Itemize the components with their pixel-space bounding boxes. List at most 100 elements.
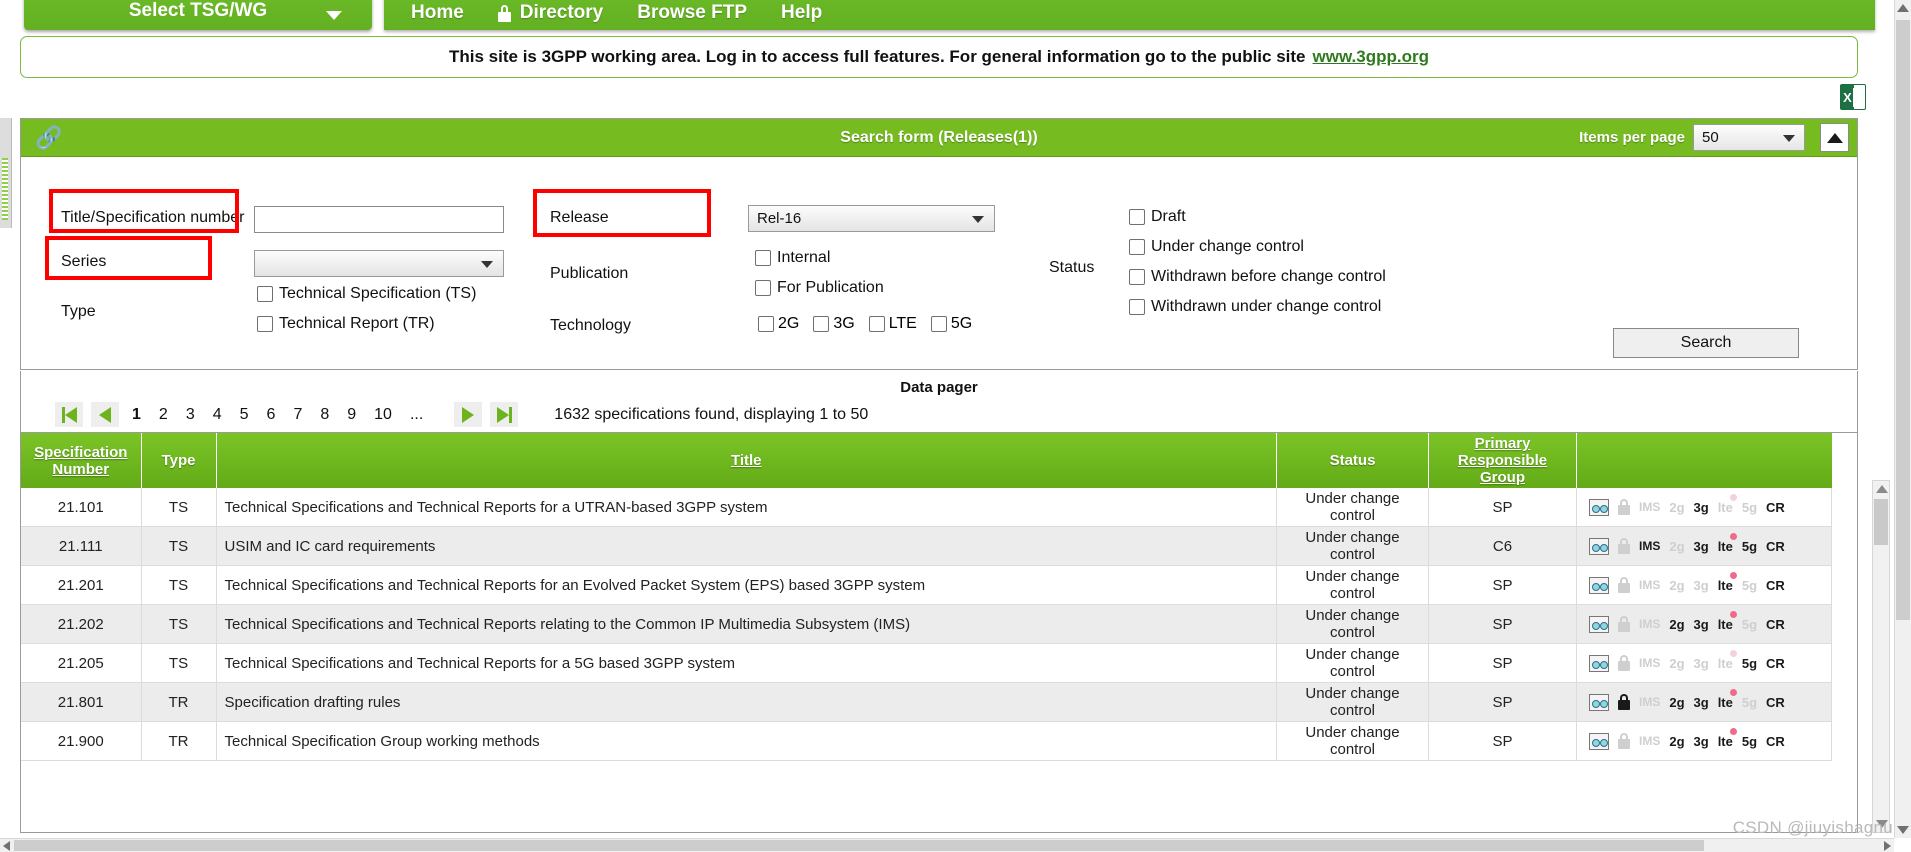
nav-link-browse-ftp[interactable]: Browse FTP [620,2,764,24]
lock-icon[interactable] [1618,655,1630,671]
checkbox-2g[interactable]: 2G [758,315,799,333]
column-header-type[interactable]: Type [141,433,217,488]
g2-tag-icon[interactable]: 2g [1669,500,1684,515]
results-vertical-scrollbar[interactable] [1872,480,1890,833]
column-header-status[interactable]: Status [1276,433,1429,488]
cr-tag-icon[interactable]: CR [1766,539,1785,554]
g3-tag-icon[interactable]: 3g [1694,578,1709,593]
pager-page-ellipsis[interactable]: ... [405,406,428,424]
g2-tag-icon[interactable]: 2g [1669,656,1684,671]
checkbox-box-for-publication[interactable] [755,280,771,296]
pager-page-4[interactable]: 4 [208,406,227,424]
cr-tag-icon[interactable]: CR [1766,578,1785,593]
lte-tag-icon[interactable]: lte [1718,493,1737,515]
title-spec-number-input[interactable] [254,206,504,233]
chain-link-icon[interactable]: 🔗 [35,126,62,149]
checkbox-under-change-control[interactable]: Under change control [1129,238,1304,256]
g3-tag-icon[interactable]: 3g [1694,539,1709,554]
g5-tag-icon[interactable]: 5g [1742,617,1757,632]
checkbox-3g[interactable]: 3G [813,315,855,333]
pager-last-button[interactable] [490,402,519,427]
checkbox-box-lte[interactable] [868,316,885,332]
page-horizontal-scrollbar[interactable] [0,838,1894,852]
checkbox-for-publication[interactable]: For Publication [755,279,884,297]
column-header-spec-number[interactable]: Specification Number [21,433,142,488]
cr-tag-icon[interactable]: CR [1766,695,1785,710]
spec-viewer-icon[interactable] [1589,615,1609,633]
page-scrollbar-thumb[interactable] [1896,20,1910,620]
pager-page-8[interactable]: 8 [315,406,334,424]
lock-icon[interactable] [1618,538,1630,554]
pager-page-1[interactable]: 1 [127,406,146,424]
search-button[interactable]: Search [1613,328,1799,358]
ims-tag-icon[interactable]: IMS [1639,539,1660,553]
pager-first-button[interactable] [55,402,83,427]
scrollbar-thumb[interactable] [1874,499,1888,545]
lte-tag-icon[interactable]: lte [1718,532,1737,554]
spec-viewer-icon[interactable] [1589,732,1609,750]
pager-page-2[interactable]: 2 [154,406,173,424]
lock-icon[interactable] [1618,733,1630,749]
g5-tag-icon[interactable]: 5g [1742,578,1757,593]
pager-page-7[interactable]: 7 [288,406,307,424]
table-row[interactable]: 21.205 TS Technical Specifications and Tec… [21,643,1832,683]
g5-tag-icon[interactable]: 5g [1742,539,1757,554]
g2-tag-icon[interactable]: 2g [1669,578,1684,593]
collapse-panel-button[interactable] [1820,123,1849,152]
g5-tag-icon[interactable]: 5g [1742,656,1757,671]
g3-tag-icon[interactable]: 3g [1694,734,1709,749]
series-select[interactable] [254,250,504,277]
table-row[interactable]: 21.201 TS Technical Specifications and Tec… [21,565,1832,605]
lte-tag-icon[interactable]: lte [1718,610,1737,632]
pager-page-3[interactable]: 3 [181,406,200,424]
spec-viewer-icon[interactable] [1589,498,1609,516]
spec-viewer-icon[interactable] [1589,693,1609,711]
checkbox-technical-specification[interactable]: Technical Specification (TS) [257,285,476,303]
page-vertical-scrollbar[interactable] [1894,0,1911,838]
g2-tag-icon[interactable]: 2g [1669,695,1684,710]
ims-tag-icon[interactable]: IMS [1639,617,1660,631]
g3-tag-icon[interactable]: 3g [1694,656,1709,671]
cr-tag-icon[interactable]: CR [1766,734,1785,749]
release-select[interactable]: Rel-16 [748,205,995,232]
spec-viewer-icon[interactable] [1589,537,1609,555]
g2-tag-icon[interactable]: 2g [1669,734,1684,749]
checkbox-draft[interactable]: Draft [1129,208,1186,226]
ims-tag-icon[interactable]: IMS [1639,734,1660,748]
table-row[interactable]: 21.111 TS USIM and IC card requirements Und… [21,526,1832,566]
lte-tag-icon[interactable]: lte [1718,727,1737,749]
checkbox-lte[interactable]: LTE [868,315,917,333]
excel-export-icon[interactable]: X [1840,84,1866,110]
items-per-page-select[interactable]: 50 [1693,124,1805,151]
g3-tag-icon[interactable]: 3g [1694,500,1709,515]
table-row[interactable]: 21.801 TR Specification drafting rules Unde… [21,682,1832,722]
column-header-primary-group[interactable]: Primary Responsible Group [1428,433,1577,488]
cr-tag-icon[interactable]: CR [1766,656,1785,671]
checkbox-internal[interactable]: Internal [755,249,830,267]
column-header-title[interactable]: Title [216,433,1277,488]
lte-tag-icon[interactable]: lte [1718,571,1737,593]
checkbox-box-withdrawn-before[interactable] [1129,269,1145,285]
table-row[interactable]: 21.101 TS Technical Specifications and Tec… [21,488,1832,527]
page-hscrollbar-thumb[interactable] [14,840,1704,851]
ims-tag-icon[interactable]: IMS [1639,578,1660,592]
g2-tag-icon[interactable]: 2g [1669,539,1684,554]
table-row[interactable]: 21.900 TR Technical Specification Group wo… [21,721,1832,761]
pager-previous-button[interactable] [91,402,119,427]
lock-icon[interactable] [1618,694,1630,710]
checkbox-box-2g[interactable] [758,316,774,332]
checkbox-withdrawn-before-change-control[interactable]: Withdrawn before change control [1129,268,1386,286]
checkbox-box-internal[interactable] [755,250,771,266]
scroll-up-icon[interactable] [1876,485,1888,493]
page-scroll-up-icon[interactable] [1897,4,1909,12]
checkbox-box-5g[interactable] [930,316,947,332]
ims-tag-icon[interactable]: IMS [1639,656,1660,670]
spec-viewer-icon[interactable] [1589,576,1609,594]
checkbox-box-ts[interactable] [257,286,273,302]
checkbox-technical-report[interactable]: Technical Report (TR) [257,315,435,333]
nav-link-help[interactable]: Help [764,2,839,24]
public-site-link[interactable]: www.3gpp.org [1313,47,1429,67]
pager-next-button[interactable] [454,402,483,427]
g5-tag-icon[interactable]: 5g [1742,695,1757,710]
lock-icon[interactable] [1618,499,1630,515]
